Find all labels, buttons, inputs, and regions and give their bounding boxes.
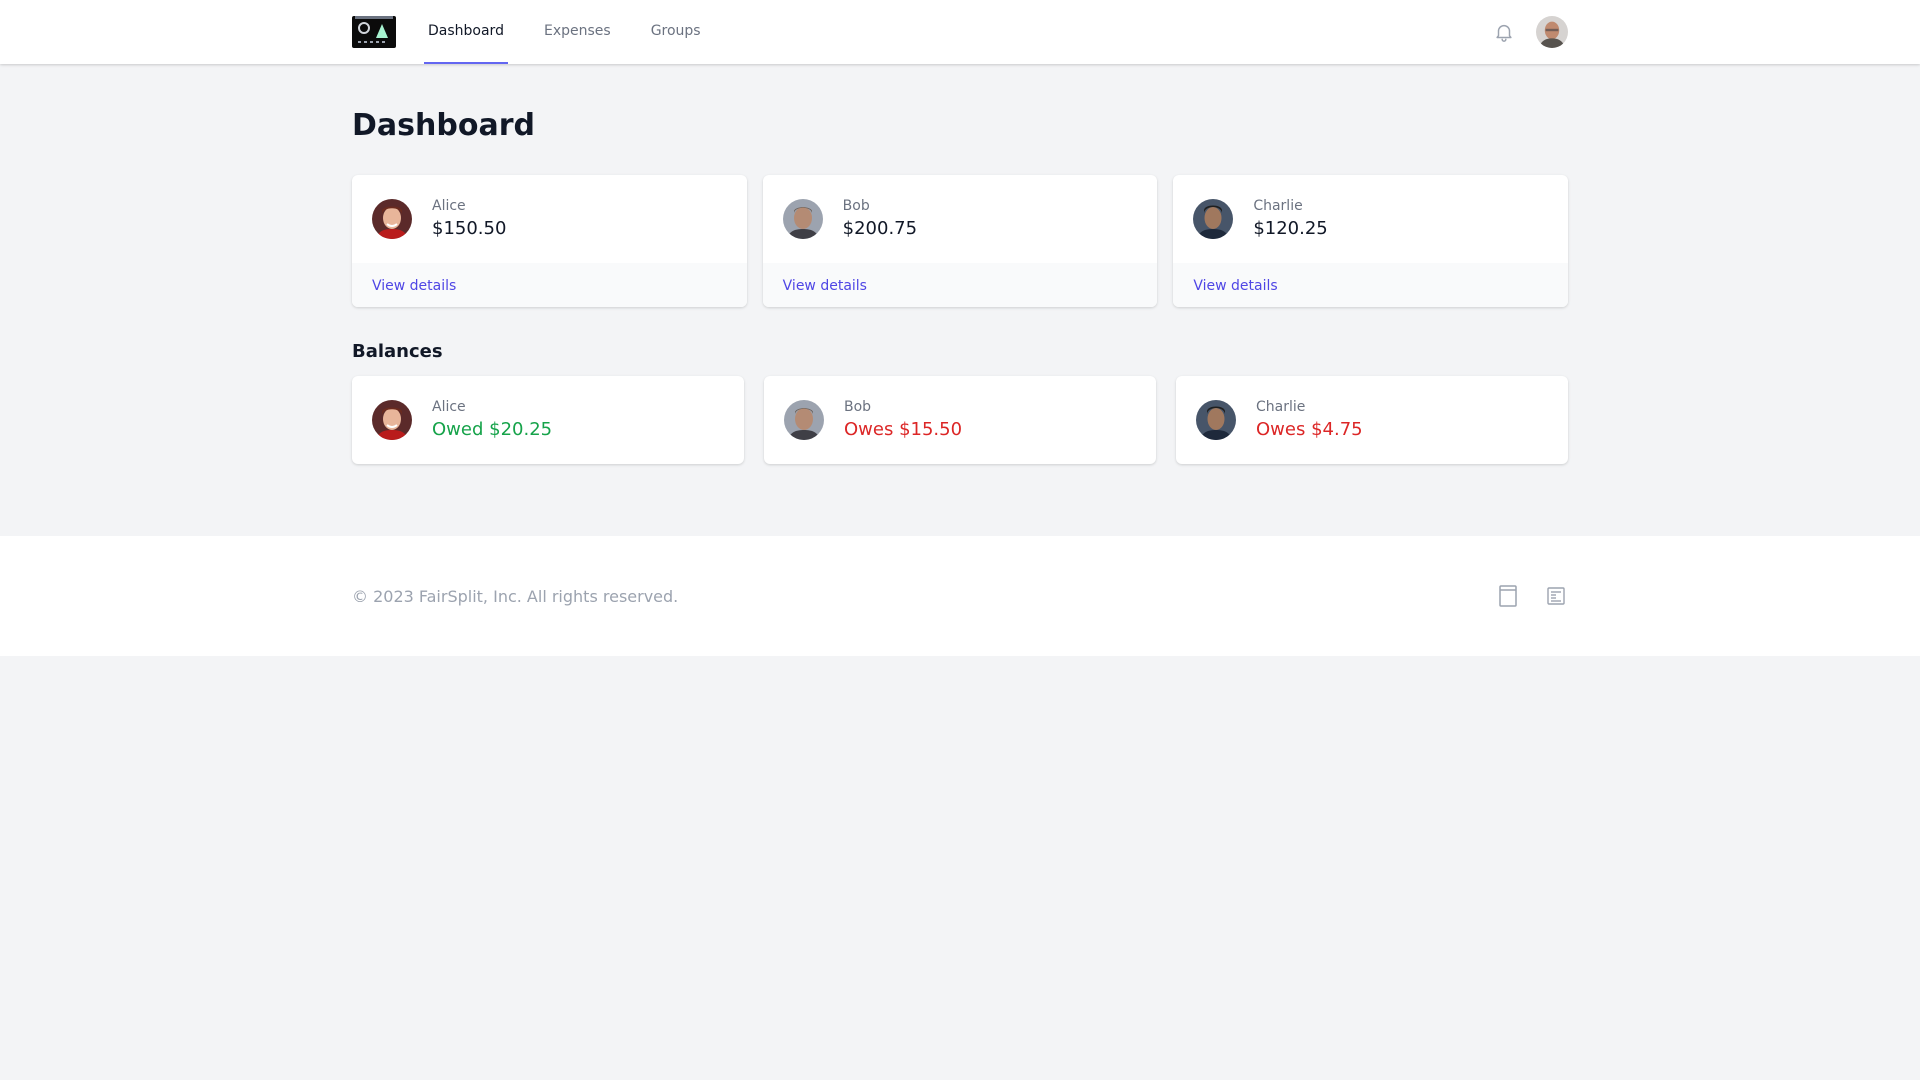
balance-status: Owed $20.25 <box>432 419 553 440</box>
balance-name: Bob <box>844 399 872 415</box>
balance-cards: Alice Owed $20.25 Bob Owes $15.50 Charli… <box>352 376 1568 464</box>
footer-newspaper-icon[interactable] <box>1544 584 1568 608</box>
app-logo[interactable] <box>352 16 396 48</box>
summary-name: Bob <box>842 198 870 214</box>
view-details-link[interactable]: View details <box>372 278 456 294</box>
balance-card-bob: Bob Owes $15.50 <box>764 376 1156 464</box>
avatar-charlie <box>1196 400 1236 440</box>
summary-amount: $200.75 <box>842 218 918 239</box>
view-details-link[interactable]: View details <box>1193 278 1277 294</box>
summary-amount: $150.50 <box>432 218 507 239</box>
balance-name: Alice <box>432 399 466 415</box>
page-footer: © 2023 FairSplit, Inc. All rights reserv… <box>0 536 1920 656</box>
avatar-charlie <box>1193 199 1234 239</box>
balance-card-alice: Alice Owed $20.25 <box>352 376 744 464</box>
tab-groups[interactable]: Groups <box>647 0 705 64</box>
user-avatar[interactable] <box>1536 16 1568 48</box>
balance-status: Owes $4.75 <box>1256 419 1363 440</box>
main-nav: Dashboard Expenses Groups <box>424 0 737 64</box>
summary-amount: $120.25 <box>1253 218 1328 239</box>
bell-icon[interactable] <box>1492 20 1516 44</box>
avatar-alice <box>372 199 412 239</box>
summary-name: Charlie <box>1253 198 1303 214</box>
avatar-alice <box>372 400 412 440</box>
tab-dashboard[interactable]: Dashboard <box>424 0 508 64</box>
summary-card-charlie: Charlie $120.25 View details <box>1173 175 1568 307</box>
summary-card-alice: Alice $150.50 View details <box>352 175 747 307</box>
page-title: Dashboard <box>352 108 535 143</box>
copyright-text: © 2023 FairSplit, Inc. All rights reserv… <box>352 586 679 606</box>
main-content: Dashboard Alice $150.50 View details Bob… <box>352 64 1568 464</box>
summary-name: Alice <box>432 198 466 214</box>
balance-card-charlie: Charlie Owes $4.75 <box>1176 376 1568 464</box>
summary-cards: Alice $150.50 View details Bob $200.75 V… <box>352 175 1568 307</box>
balances-heading: Balances <box>352 341 443 362</box>
avatar-bob <box>782 199 823 239</box>
summary-card-bob: Bob $200.75 View details <box>762 175 1158 307</box>
footer-document-icon[interactable] <box>1496 584 1520 608</box>
tab-expenses[interactable]: Expenses <box>540 0 615 64</box>
balance-name: Charlie <box>1256 399 1306 415</box>
balance-status: Owes $15.50 <box>844 419 963 440</box>
view-details-link[interactable]: View details <box>783 278 867 294</box>
avatar-bob <box>784 400 824 440</box>
top-navbar: Dashboard Expenses Groups <box>0 0 1920 64</box>
